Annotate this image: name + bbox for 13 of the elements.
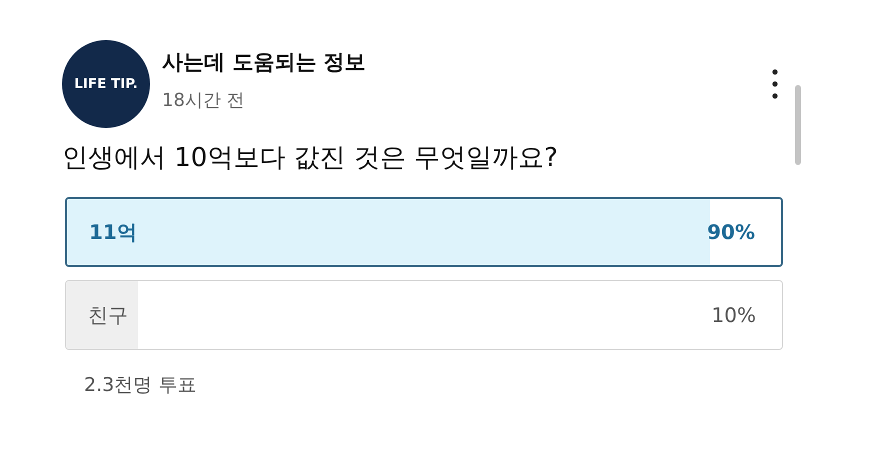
poll-option[interactable]: 11억 90% [65, 197, 783, 267]
scrollbar[interactable] [795, 85, 801, 165]
option-label: 친구 [88, 302, 128, 328]
channel-name[interactable]: 사는데 도움되는 정보 [162, 48, 366, 76]
poll-option[interactable]: 친구 10% [65, 280, 783, 350]
percentage: 90% [707, 220, 755, 244]
percentage: 10% [712, 303, 756, 327]
vote-count: 2.3천명 투표 [84, 373, 198, 398]
channel-logo[interactable]: LIFE TIP. [62, 40, 150, 128]
more-menu-icon[interactable] [770, 68, 780, 100]
post-time: 18시간 전 [162, 89, 246, 112]
option-label: 11억 [89, 218, 137, 246]
poll-question: 인생에서 10억보다 값진 것은 무엇일까요? [62, 142, 559, 175]
